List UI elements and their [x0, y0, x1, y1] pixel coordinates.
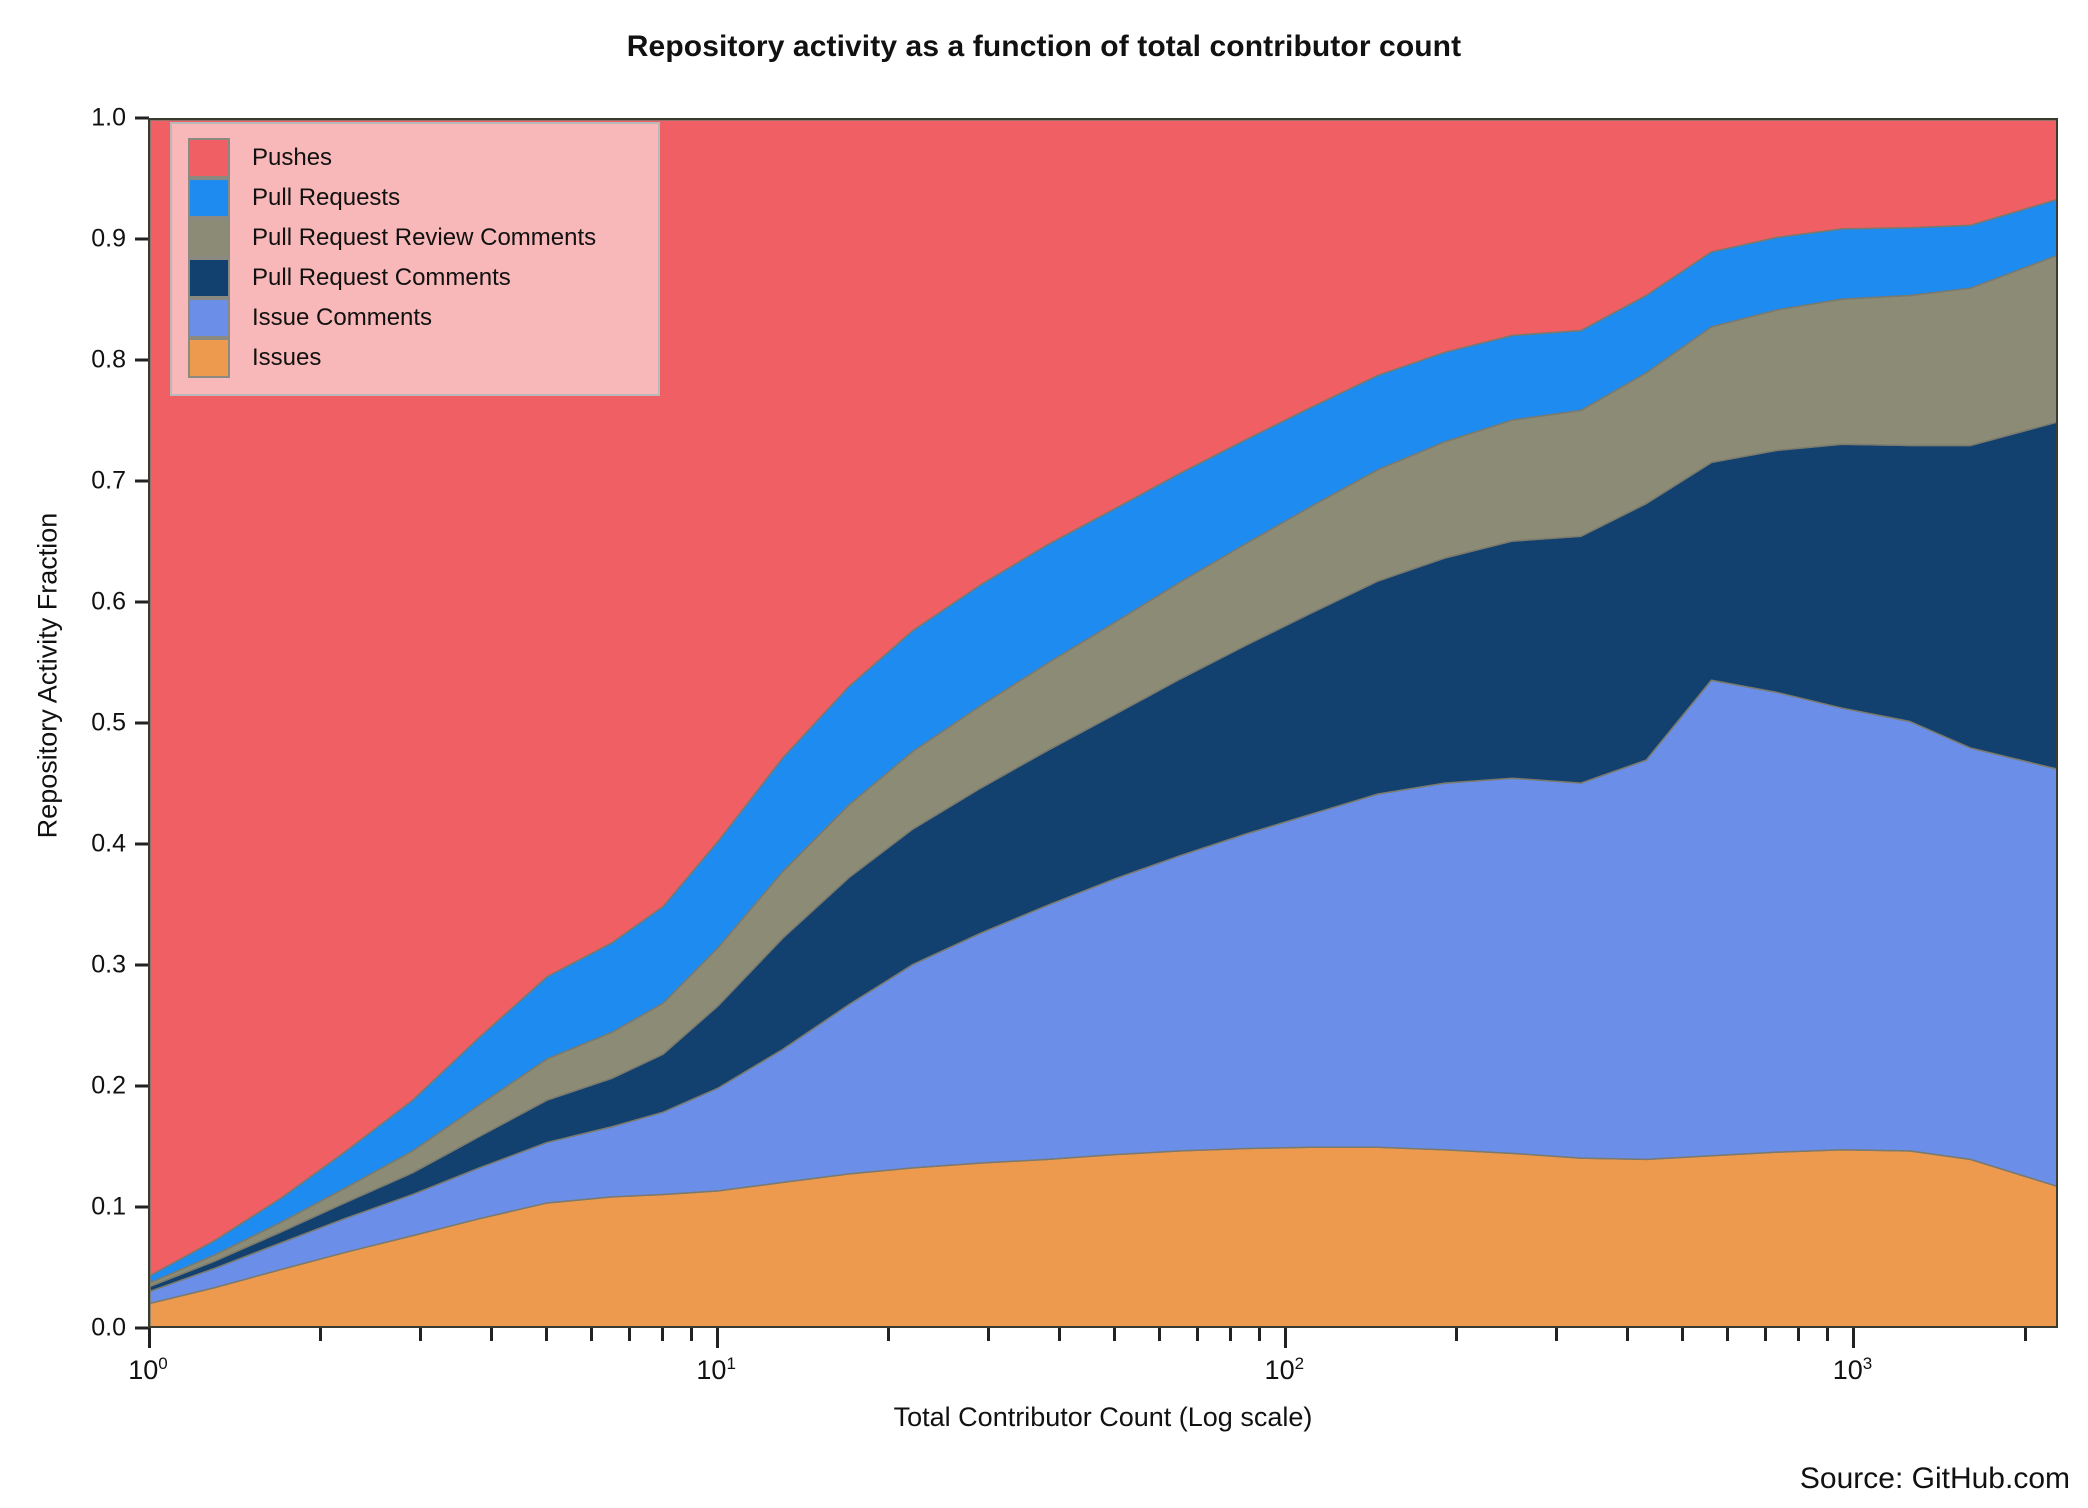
- x-axis-major-tick: [716, 1328, 720, 1348]
- legend-swatch-icon: [188, 218, 230, 258]
- x-axis-minor-tick: [887, 1328, 891, 1341]
- x-axis-minor-tick: [2023, 1328, 2027, 1341]
- x-axis-minor-tick: [690, 1328, 694, 1341]
- y-axis-tick-label: 0.7: [91, 466, 126, 495]
- x-axis-major-tick: [1284, 1328, 1288, 1348]
- y-axis-title: Repository Activity Fraction: [32, 512, 63, 839]
- x-axis-minor-tick: [1455, 1328, 1459, 1341]
- legend-item[interactable]: Pull Request Comments: [188, 258, 642, 298]
- x-axis-minor-tick: [1113, 1328, 1117, 1341]
- x-axis-minor-tick: [1726, 1328, 1730, 1341]
- y-axis-tick-label: 0.1: [91, 1192, 126, 1221]
- legend-item-label: Pull Requests: [252, 184, 401, 211]
- legend-item-label: Pushes: [252, 144, 333, 171]
- y-axis-tick-mark: [135, 116, 149, 120]
- x-axis-minor-tick: [1797, 1328, 1801, 1341]
- x-axis-minor-tick: [1626, 1328, 1630, 1341]
- x-axis-minor-tick: [987, 1328, 991, 1341]
- y-axis-tick-mark: [135, 358, 149, 362]
- x-axis-minor-tick: [661, 1328, 665, 1341]
- y-axis-tick-label: 0.0: [91, 1313, 126, 1342]
- y-axis-tick-label: 0.2: [91, 1071, 126, 1100]
- y-axis-tick-label: 1.0: [91, 103, 126, 132]
- x-axis-minor-tick: [490, 1328, 494, 1341]
- x-axis-minor-tick: [1258, 1328, 1262, 1341]
- y-axis-tick-label: 0.9: [91, 224, 126, 253]
- legend-item-label: Issues: [252, 344, 322, 371]
- y-axis-tick-label: 0.6: [91, 587, 126, 616]
- x-axis-tick-label: 102: [1264, 1354, 1305, 1385]
- x-axis-tick-label: 100: [128, 1354, 168, 1385]
- legend-swatch-icon: [188, 138, 230, 178]
- legend-item[interactable]: Issue Comments: [188, 298, 642, 338]
- x-axis-minor-tick: [628, 1328, 632, 1341]
- x-axis-tick-label: 101: [696, 1354, 736, 1385]
- y-axis-tick-label: 0.8: [91, 345, 126, 374]
- x-axis-minor-tick: [1555, 1328, 1559, 1341]
- y-axis-tick-mark: [135, 842, 149, 846]
- chart-title: Repository activity as a function of tot…: [626, 30, 1462, 63]
- y-axis-tick-mark: [135, 1326, 149, 1330]
- y-axis-tick-label: 0.5: [91, 708, 126, 737]
- plot-wrapper: 0.0 0.1 0.2 0.3 0.4 0.5 0.6 0.7 0.8 0.9 1.0 100 101…: [91, 104, 2058, 1385]
- source-note: Source: GitHub.com: [1799, 1462, 2070, 1495]
- legend-item-label: Issue Comments: [252, 304, 433, 331]
- legend-swatch-icon: [188, 258, 230, 298]
- y-axis-tick-mark: [135, 721, 149, 725]
- y-axis-tick-mark: [135, 479, 149, 483]
- x-axis-major-tick: [1852, 1328, 1856, 1348]
- y-axis-tick-label: 0.4: [91, 829, 126, 858]
- x-axis-minor-tick: [1826, 1328, 1830, 1341]
- x-axis-minor-tick: [1229, 1328, 1233, 1341]
- y-axis-tick-mark: [135, 237, 149, 241]
- x-axis-tick-label: 103: [1832, 1354, 1873, 1385]
- legend-item[interactable]: Issues: [188, 338, 642, 378]
- x-axis-minor-tick: [319, 1328, 323, 1341]
- x-axis-minor-tick: [1681, 1328, 1685, 1341]
- y-axis-tick-mark: [135, 600, 149, 604]
- legend-item-label: Pull Request Review Comments: [252, 224, 597, 251]
- legend-item[interactable]: Pull Requests: [188, 178, 642, 218]
- x-axis-minor-tick: [590, 1328, 594, 1341]
- chart-legend: Pushes Pull Requests Pull Request Review C…: [170, 122, 660, 396]
- x-axis-minor-tick: [1764, 1328, 1768, 1341]
- chart-figure: Repository activity as a function of tot…: [0, 0, 2088, 1508]
- y-axis-tick-mark: [135, 963, 149, 967]
- y-axis-tick-label: 0.3: [91, 950, 126, 979]
- y-axis-tick-mark: [135, 1205, 149, 1209]
- x-axis-major-tick: [148, 1328, 151, 1348]
- legend-swatch-icon: [188, 178, 230, 218]
- x-axis-minor-tick: [545, 1328, 549, 1341]
- legend-swatch-icon: [188, 298, 230, 338]
- legend-swatch-icon: [188, 338, 230, 378]
- x-axis-title: Total Contributor Count (Log scale): [893, 1402, 1313, 1432]
- y-axis-tick-mark: [135, 1084, 149, 1088]
- legend-item[interactable]: Pushes: [188, 138, 642, 178]
- x-axis-minor-tick: [419, 1328, 423, 1341]
- legend-item[interactable]: Pull Request Review Comments: [188, 218, 642, 258]
- x-axis-minor-tick: [1158, 1328, 1162, 1341]
- legend-item-label: Pull Request Comments: [252, 264, 511, 291]
- x-axis-minor-tick: [1196, 1328, 1200, 1341]
- x-axis-minor-tick: [1058, 1328, 1062, 1341]
